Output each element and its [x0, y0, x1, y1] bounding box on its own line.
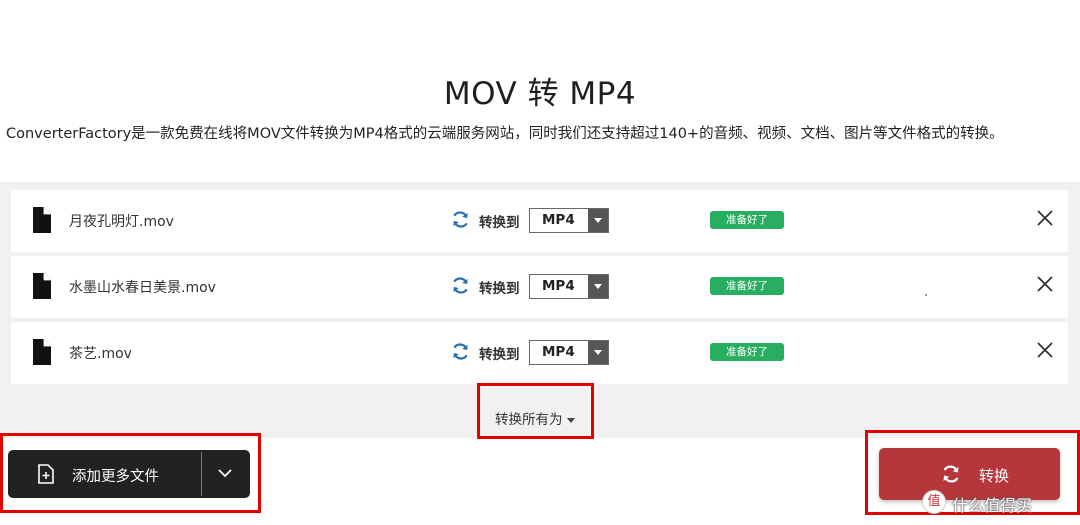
close-icon[interactable]	[1037, 210, 1053, 226]
file-name: 水墨山水春日美景.mov	[69, 280, 216, 296]
close-icon[interactable]	[1037, 276, 1053, 292]
page-description: ConverterFactory是一款免费在线将MOV文件转换为MP4格式的云端…	[6, 126, 1004, 142]
watermark-text: 什么值得买	[952, 496, 1033, 515]
sync-icon[interactable]	[451, 276, 470, 295]
format-select[interactable]: MP4	[529, 208, 609, 233]
file-icon	[33, 339, 51, 365]
highlight-box	[477, 383, 594, 439]
format-select-value: MP4	[542, 344, 575, 360]
format-select-value: MP4	[542, 278, 575, 294]
sync-icon[interactable]	[451, 342, 470, 361]
stray-dot	[925, 294, 927, 296]
file-icon	[33, 273, 51, 299]
chevron-down-icon	[588, 341, 608, 364]
close-icon[interactable]	[1037, 342, 1053, 358]
watermark-logo: 值	[922, 490, 946, 514]
chevron-down-icon	[588, 275, 608, 298]
status-badge: 准备好了	[710, 277, 784, 295]
status-badge: 准备好了	[710, 211, 784, 229]
format-select-value: MP4	[542, 212, 575, 228]
page-title: MOV 转 MP4	[443, 76, 637, 112]
convert-to-label: 转换到	[479, 215, 520, 231]
file-name: 茶艺.mov	[69, 346, 132, 362]
status-badge: 准备好了	[710, 343, 784, 361]
file-row: 茶艺.mov 转换到 MP4 准备好了	[11, 322, 1068, 384]
file-icon	[33, 207, 51, 233]
file-name: 月夜孔明灯.mov	[69, 214, 174, 230]
file-row: 水墨山水春日美景.mov 转换到 MP4 准备好了	[11, 256, 1068, 318]
convert-to-label: 转换到	[479, 281, 520, 297]
convert-to-label: 转换到	[479, 347, 520, 363]
chevron-down-icon	[588, 209, 608, 232]
format-select[interactable]: MP4	[529, 274, 609, 299]
format-select[interactable]: MP4	[529, 340, 609, 365]
watermark: 值 什么值得买	[922, 488, 1078, 516]
sync-icon[interactable]	[451, 210, 470, 229]
highlight-box	[0, 433, 261, 513]
file-row: 月夜孔明灯.mov 转换到 MP4 准备好了	[11, 190, 1068, 252]
